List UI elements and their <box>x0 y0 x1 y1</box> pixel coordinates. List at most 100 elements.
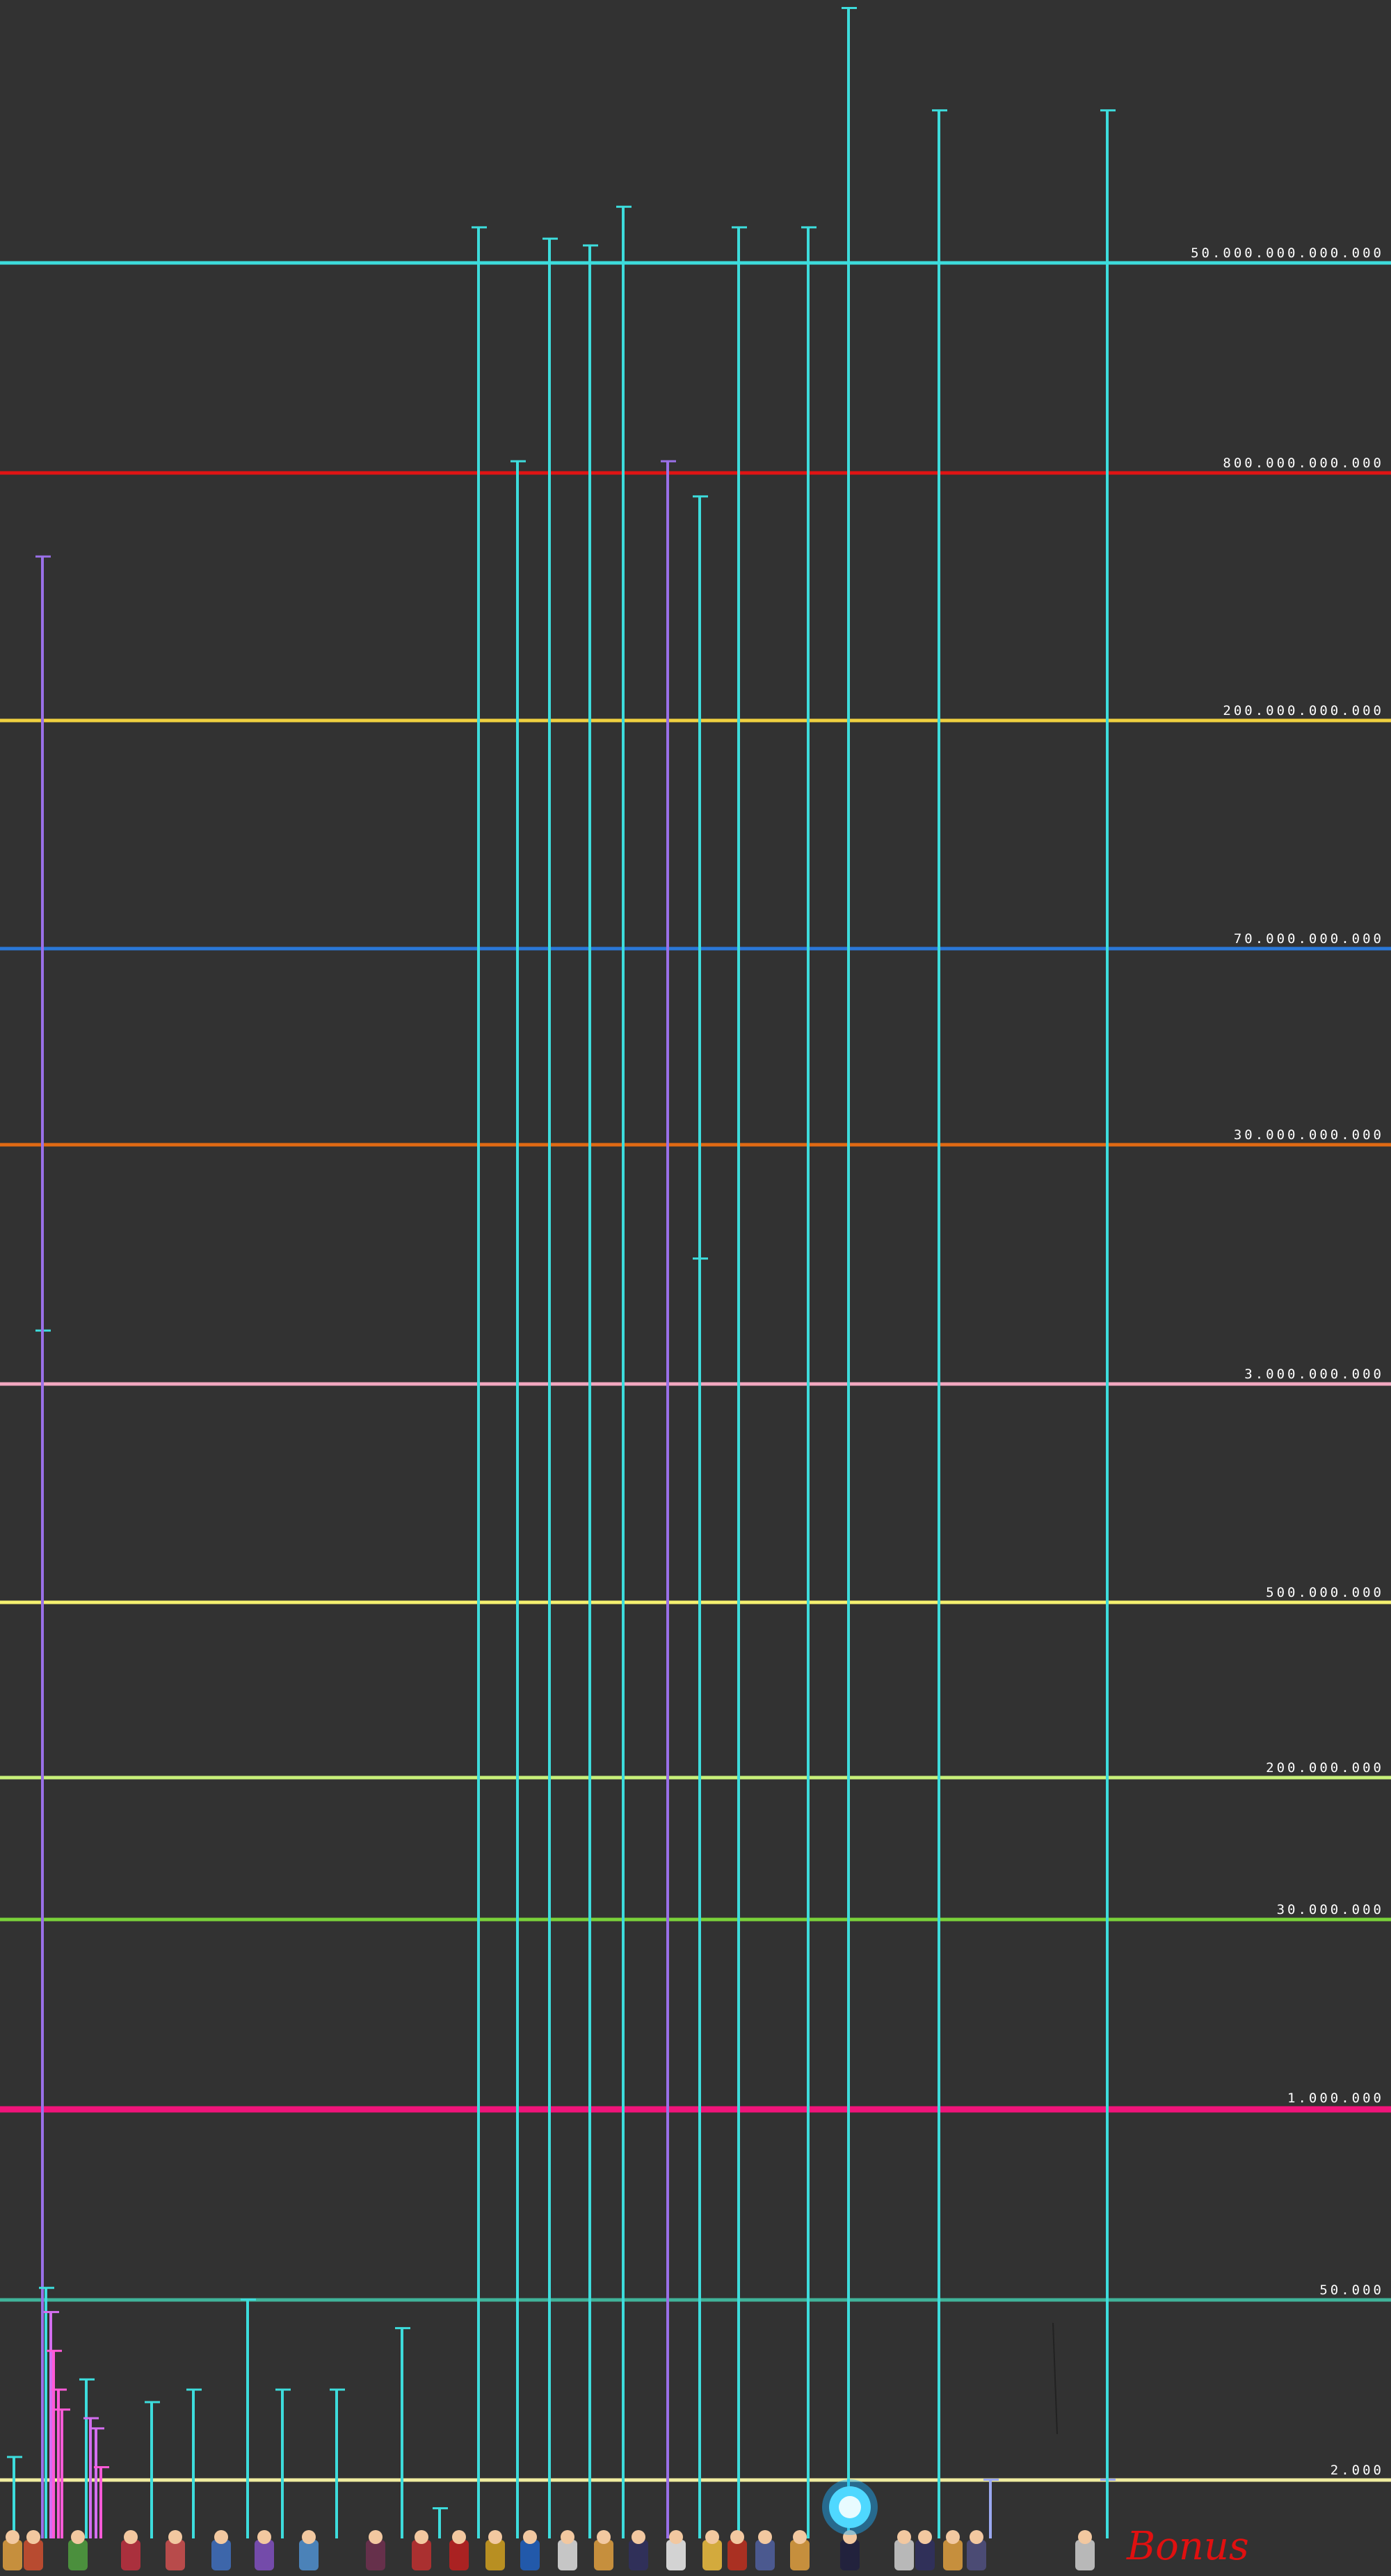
bar <box>548 239 551 2539</box>
bar <box>1106 111 1109 2538</box>
bar <box>438 2509 441 2538</box>
sprite-head <box>730 2530 744 2544</box>
bar <box>622 207 625 2538</box>
bar-cap <box>433 2507 448 2510</box>
bar-cap <box>616 205 632 208</box>
bar-cap <box>1100 109 1116 112</box>
bar-cap <box>472 226 487 229</box>
bar <box>335 2390 338 2538</box>
sprite-head <box>946 2530 960 2544</box>
bar-cap <box>330 2388 345 2391</box>
bar <box>516 461 519 2538</box>
tick-label: 50.000 <box>1319 2283 1384 2298</box>
reference-line <box>0 1776 1391 1780</box>
character-sprite <box>366 2540 385 2570</box>
bar <box>989 2480 992 2538</box>
character-sprite <box>255 2540 274 2570</box>
bar-cap <box>693 1257 708 1260</box>
tick-label: 200.000.000.000 <box>1223 703 1384 718</box>
sprite-head <box>758 2530 772 2544</box>
bar-cap <box>94 2466 109 2469</box>
character-sprite <box>666 2540 686 2570</box>
character-sprite <box>915 2540 935 2570</box>
bar <box>13 2457 15 2538</box>
sprite-head <box>6 2530 19 2544</box>
character-sprite <box>1075 2540 1095 2570</box>
bar-cap <box>661 460 676 462</box>
character-sprite <box>943 2540 963 2570</box>
character-sprite <box>211 2540 231 2570</box>
sprite-head <box>369 2530 383 2544</box>
bar-cap <box>89 2427 104 2430</box>
energy-orb <box>822 2479 878 2535</box>
reference-line <box>0 2478 1391 2482</box>
character-sprite <box>68 2540 88 2570</box>
tick-labels: 50.000.000.000.000 800.000.000.000 200.000… <box>1191 245 1384 2478</box>
chart-root: 50.000.000.000.000 800.000.000.000 200.000… <box>0 0 1391 2576</box>
bar-cap <box>7 2456 22 2458</box>
character-sprite <box>629 2540 648 2570</box>
sprite-head <box>26 2530 40 2544</box>
bar-cap <box>983 2479 999 2481</box>
tick-label: 1.000.000 <box>1287 2091 1384 2106</box>
bar-cap <box>241 2299 256 2301</box>
bar-cap <box>47 2349 62 2352</box>
character-sprite <box>485 2540 505 2570</box>
bar-series <box>7 7 1116 2539</box>
bar <box>95 2429 97 2538</box>
sprite-head <box>257 2530 271 2544</box>
bar <box>938 111 940 2538</box>
bar <box>698 1259 701 2538</box>
reference-line <box>0 261 1391 265</box>
character-sprite <box>24 2540 43 2570</box>
bar-cap <box>83 2417 99 2420</box>
tick-label: 30.000.000 <box>1277 1902 1384 1917</box>
sprite-head <box>214 2530 228 2544</box>
sprite-head <box>523 2530 537 2544</box>
tick-label: 70.000.000.000 <box>1234 931 1384 947</box>
character-sprite <box>3 2540 22 2570</box>
character-sprite <box>520 2540 540 2570</box>
sprite-head <box>71 2530 85 2544</box>
character-sprite <box>449 2540 469 2570</box>
bar <box>666 461 669 2538</box>
sprite-head <box>597 2530 611 2544</box>
sprite-head <box>970 2530 983 2544</box>
bar-cap <box>510 460 526 462</box>
bar <box>57 2390 60 2538</box>
bar-cap <box>583 244 598 247</box>
tick-label: 200.000.000 <box>1266 1760 1384 1776</box>
sprite-head <box>1078 2530 1092 2544</box>
reference-lines <box>0 261 1391 2482</box>
sprite-head <box>168 2530 182 2544</box>
bar-cap <box>693 495 708 498</box>
bar-cap <box>932 109 947 112</box>
reference-line <box>0 2106 1391 2113</box>
bar <box>52 2351 55 2538</box>
bar-cap <box>51 2388 67 2391</box>
sprite-head <box>918 2530 932 2544</box>
reference-line <box>0 1143 1391 1147</box>
bar-cap <box>79 2378 95 2381</box>
sprite-head <box>302 2530 316 2544</box>
tick-label: 2.000 <box>1330 2463 1384 2478</box>
tick-label: 500.000.000 <box>1266 1585 1384 1600</box>
sprite-head <box>488 2530 502 2544</box>
bar <box>847 8 850 2538</box>
sprite-head <box>632 2530 645 2544</box>
bar-cap <box>44 2310 59 2313</box>
bar-cap <box>275 2388 291 2391</box>
character-sprite <box>790 2540 810 2570</box>
orb-core <box>839 2496 861 2518</box>
bar <box>99 2468 102 2538</box>
sprite-head <box>452 2530 466 2544</box>
bar-cap <box>55 2408 70 2411</box>
bar-cap <box>35 555 51 558</box>
sprite-head <box>669 2530 683 2544</box>
reference-line <box>0 1917 1391 1922</box>
reference-line <box>0 2298 1391 2302</box>
bar <box>401 2328 403 2538</box>
character-sprite <box>558 2540 577 2570</box>
bar <box>45 2288 47 2538</box>
reference-line <box>0 947 1391 951</box>
